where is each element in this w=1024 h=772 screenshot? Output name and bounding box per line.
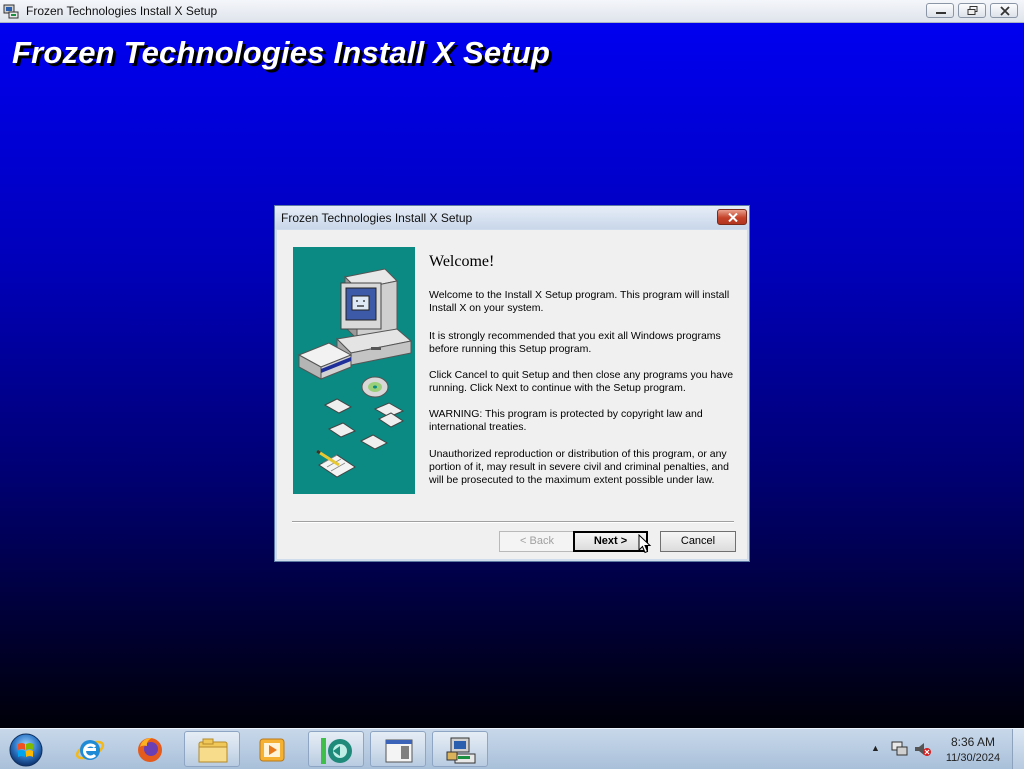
setup-dialog: Frozen Technologies Install X Setup Welc…: [274, 205, 750, 562]
internet-explorer-icon: [75, 740, 105, 760]
computer-setup-illustration: [293, 247, 415, 494]
warning-paragraph: WARNING: This program is protected by co…: [429, 408, 703, 433]
app-titlebar: Frozen Technologies Install X Setup: [0, 0, 1024, 23]
setup-app-icon[interactable]: [3, 3, 19, 19]
setup-computer-icon: [446, 737, 476, 764]
taskbar-item-green-app[interactable]: [308, 731, 364, 767]
minimize-button[interactable]: [926, 3, 954, 18]
mouse-cursor-icon: [638, 534, 652, 554]
show-hidden-icons-arrow[interactable]: ▲: [871, 743, 880, 753]
firefox-icon: [138, 738, 162, 762]
dialog-close-button[interactable]: [717, 209, 747, 225]
taskbar-item-media-player[interactable]: [244, 731, 300, 767]
restore-icon: [967, 6, 978, 15]
close-icon: [1000, 6, 1010, 16]
back-button[interactable]: < Back: [499, 531, 575, 552]
taskbar: ▲ 8:36 AM 11/30/2024: [0, 728, 1024, 769]
taskbar-item-window-app[interactable]: [370, 731, 426, 767]
setup-heading: Frozen Technologies Install X Setup: [12, 35, 551, 70]
taskbar-item-internet-explorer[interactable]: [62, 731, 118, 767]
taskbar-item-setup[interactable]: [432, 731, 488, 767]
close-button[interactable]: [990, 3, 1018, 18]
taskbar-item-file-explorer[interactable]: [184, 731, 240, 767]
minimize-icon: [936, 12, 946, 14]
dialog-titlebar[interactable]: Frozen Technologies Install X Setup: [275, 206, 749, 229]
window-app-icon: [385, 739, 413, 763]
taskbar-item-firefox[interactable]: [122, 731, 178, 767]
show-desktop-button[interactable]: [1012, 729, 1024, 769]
dialog-body: Welcome! Welcome to the Install X Setup …: [277, 230, 747, 559]
intro-paragraph: Welcome to the Install X Setup program. …: [429, 289, 730, 314]
green-app-icon: [321, 738, 352, 764]
dialog-title: Frozen Technologies Install X Setup: [281, 211, 473, 225]
network-icon[interactable]: [891, 741, 909, 757]
next-button[interactable]: Next >: [573, 531, 648, 552]
close-icon: [728, 213, 738, 222]
clock-time[interactable]: 8:36 AM: [940, 735, 1006, 749]
app-title: Frozen Technologies Install X Setup: [26, 4, 218, 18]
clock-date[interactable]: 11/30/2024: [940, 752, 1006, 764]
media-player-icon: [259, 738, 285, 762]
restore-button[interactable]: [958, 3, 986, 18]
separator: [292, 521, 734, 523]
file-explorer-icon: [198, 738, 228, 763]
instructions-paragraph: Click Cancel to quit Setup and then clos…: [429, 369, 734, 394]
cancel-button[interactable]: Cancel: [660, 531, 736, 552]
windows-start-icon: [9, 733, 43, 767]
volume-muted-icon[interactable]: [914, 741, 932, 757]
welcome-title: Welcome!: [429, 253, 495, 270]
start-button[interactable]: [5, 731, 47, 767]
recommendation-paragraph: It is strongly recommended that you exit…: [429, 330, 721, 355]
legal-paragraph: Unauthorized reproduction or distributio…: [429, 448, 729, 486]
